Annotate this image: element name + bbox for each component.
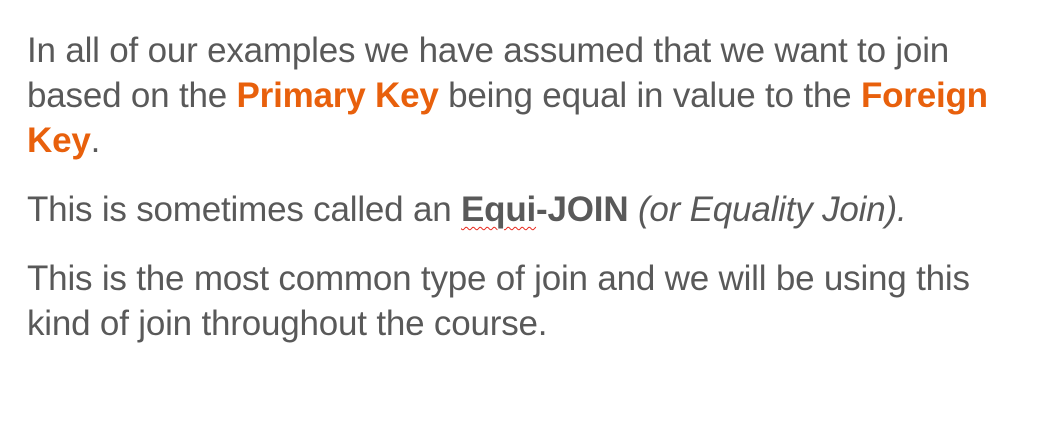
equality-join-note: (or Equality Join). [637,190,907,229]
paragraph-text: being equal in value to the [438,76,861,115]
term-suffix: -JOIN [536,190,629,229]
equi-join-term: Equi-JOIN [461,190,629,229]
spellcheck-flagged-word: Equi [461,190,537,229]
slide-body: In all of our examples we have assumed t… [27,28,1037,346]
paragraph-text: This is sometimes called an [27,190,462,229]
paragraph-common-join: This is the most common type of join and… [27,259,970,343]
paragraph-equi-join: This is sometimes called an Equi-JOIN (o… [27,187,1037,232]
paragraph-join-assumption: In all of our examples we have assumed t… [27,28,1037,163]
primary-key-highlight: Primary Key [236,76,439,115]
paragraph-text: . [90,121,101,160]
